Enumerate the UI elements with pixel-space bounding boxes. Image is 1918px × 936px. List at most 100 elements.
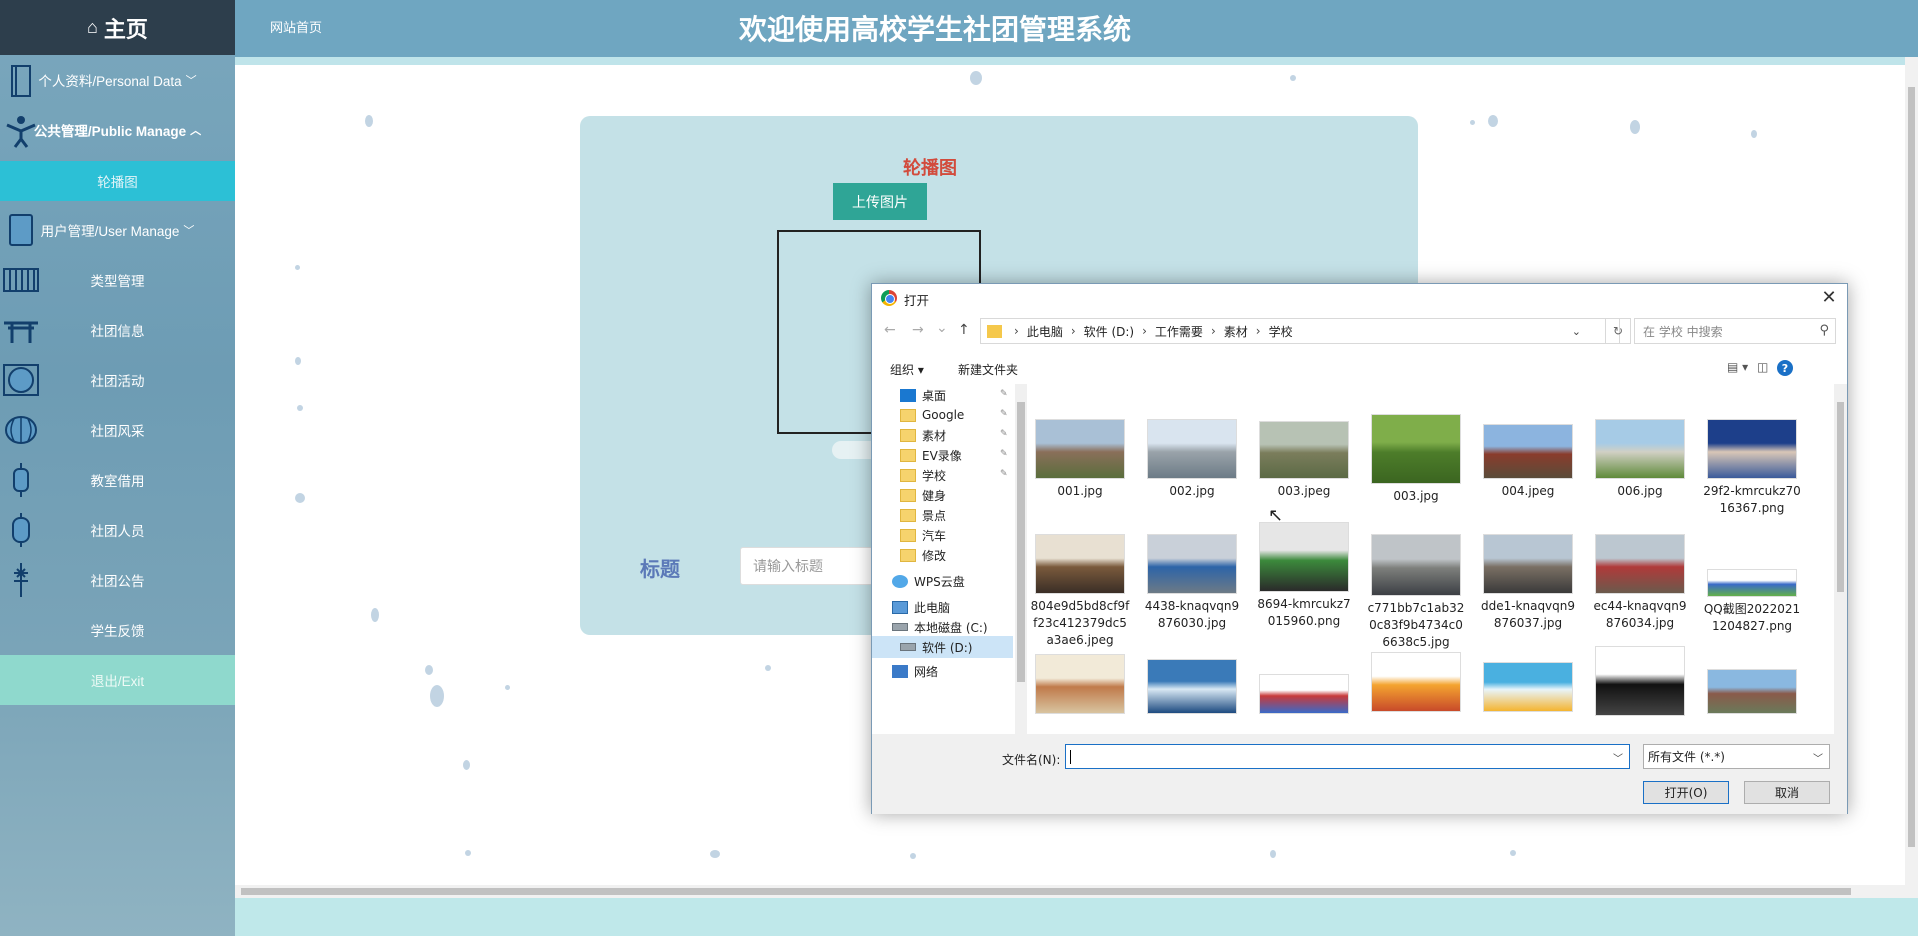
file-thumbnail bbox=[1483, 534, 1573, 594]
refresh-icon[interactable]: ↻ bbox=[1605, 318, 1631, 344]
cancel-button[interactable]: 取消 bbox=[1744, 781, 1830, 804]
file-item[interactable]: 804e9d5bd8cf9ff23c412379dc5a3ae6.jpeg bbox=[1030, 534, 1130, 649]
recent-dropdown-icon[interactable]: ⌄ bbox=[936, 320, 948, 336]
breadcrumb-item[interactable]: 工作需要 bbox=[1155, 323, 1203, 340]
breadcrumb-item[interactable]: 此电脑 bbox=[1027, 323, 1063, 340]
scrollbar-thumb[interactable] bbox=[1908, 87, 1915, 847]
chevron-down-icon[interactable]: ⌄ bbox=[1572, 325, 1581, 338]
forward-arrow-icon[interactable]: → bbox=[912, 322, 924, 338]
tree-item[interactable]: Google ✎ bbox=[900, 404, 1008, 426]
nav-type-manage[interactable]: 类型管理 bbox=[0, 255, 235, 305]
help-icon[interactable]: ? bbox=[1777, 360, 1793, 376]
view-options-icon[interactable]: ▤ ▾ bbox=[1727, 360, 1748, 374]
scrollbar-thumb[interactable] bbox=[1017, 402, 1025, 682]
file-item[interactable] bbox=[1590, 646, 1690, 720]
tree-item[interactable]: 修改 bbox=[900, 544, 946, 566]
nav-label: 用户管理/User Manage bbox=[40, 224, 180, 239]
tree-item[interactable]: 学校 ✎ bbox=[900, 464, 1008, 486]
nav-club-info[interactable]: 社团信息 bbox=[0, 305, 235, 355]
upload-image-button[interactable]: 上传图片 bbox=[833, 183, 927, 220]
decor-dot bbox=[297, 405, 303, 411]
page-horizontal-scrollbar[interactable] bbox=[235, 885, 1918, 898]
tree-item[interactable]: 景点 bbox=[900, 504, 946, 526]
tree-item[interactable]: 素材 ✎ bbox=[900, 424, 1008, 446]
tree-item[interactable]: 桌面 ✎ bbox=[900, 384, 1008, 406]
file-item[interactable] bbox=[1142, 659, 1242, 718]
tree-item[interactable]: WPS云盘 bbox=[892, 570, 965, 592]
nav-public-manage[interactable]: 公共管理/Public Manage ︿ bbox=[0, 105, 235, 155]
nav-exit[interactable]: 退出/Exit bbox=[0, 655, 235, 705]
tree-item[interactable]: EV录像 ✎ bbox=[900, 444, 1008, 466]
filetype-select[interactable]: 所有文件 (*.*) ﹀ bbox=[1643, 744, 1830, 769]
tree-item[interactable]: 本地磁盘 (C:) bbox=[892, 616, 988, 638]
chevron-down-icon[interactable]: ﹀ bbox=[1613, 750, 1623, 765]
search-input[interactable]: 在 学校 中搜索 ⚲ bbox=[1634, 318, 1836, 344]
tree-item[interactable]: 软件 (D:) bbox=[872, 636, 1013, 658]
file-item[interactable]: 003.jpeg bbox=[1254, 421, 1354, 500]
nav-club-members[interactable]: 社团人员 bbox=[0, 505, 235, 555]
file-item[interactable] bbox=[1030, 654, 1130, 718]
dialog-title: 打开 bbox=[904, 293, 930, 308]
preview-pane-icon[interactable]: ◫ bbox=[1757, 360, 1768, 374]
file-item[interactable]: 4438-knaqvqn9876030.jpg bbox=[1142, 534, 1242, 632]
breadcrumb-item[interactable]: 软件 (D:) bbox=[1084, 323, 1134, 340]
decor-dot bbox=[295, 265, 300, 270]
grid-icon bbox=[3, 268, 39, 292]
file-item[interactable]: ec44-knaqvqn9876034.jpg bbox=[1590, 534, 1690, 632]
address-bar[interactable]: › 此电脑 › 软件 (D:) › 工作需要 › 素材 › 学校 ⌄ bbox=[980, 318, 1620, 344]
nav-carousel[interactable]: 轮播图 bbox=[0, 161, 235, 201]
file-item[interactable]: 8694-kmrcukz7015960.png bbox=[1254, 522, 1354, 630]
tree-item[interactable]: 健身 bbox=[900, 484, 946, 506]
file-item[interactable] bbox=[1478, 662, 1578, 716]
file-grid-scrollbar[interactable] bbox=[1834, 384, 1847, 734]
file-item[interactable]: 29f2-kmrcukz7016367.png bbox=[1702, 419, 1802, 517]
file-item[interactable] bbox=[1254, 674, 1354, 718]
nav-club-notice[interactable]: 社团公告 bbox=[0, 555, 235, 605]
open-button[interactable]: 打开(O) bbox=[1643, 781, 1729, 804]
file-item[interactable]: dde1-knaqvqn9876037.jpg bbox=[1478, 534, 1578, 632]
close-button[interactable]: ✕ bbox=[1817, 286, 1841, 308]
scrollbar-thumb[interactable] bbox=[241, 888, 1851, 895]
tree-item[interactable]: 汽车 bbox=[900, 524, 946, 546]
file-item[interactable]: c771bb7c1ab320c83f9b4734c06638c5.jpg bbox=[1366, 534, 1466, 651]
file-item[interactable] bbox=[1702, 669, 1802, 718]
nav-personal-data[interactable]: 个人资料/Personal Data ﹀ bbox=[0, 55, 235, 105]
nav-club-activity[interactable]: 社团活动 bbox=[0, 355, 235, 405]
file-item[interactable]: 004.jpeg bbox=[1478, 424, 1578, 500]
sidebar-home[interactable]: ⌂ 主页 bbox=[0, 0, 235, 55]
up-arrow-icon[interactable]: ↑ bbox=[958, 322, 970, 338]
nav-label: 类型管理 bbox=[90, 274, 145, 289]
folder-icon bbox=[987, 324, 1002, 338]
decor-dot bbox=[295, 357, 301, 365]
lantern-icon bbox=[12, 513, 30, 547]
file-thumbnail bbox=[1595, 646, 1685, 716]
folder-icon bbox=[900, 548, 916, 562]
decor-dot bbox=[505, 685, 510, 690]
file-item[interactable]: QQ截图20220211204827.png bbox=[1702, 569, 1802, 635]
new-folder-button[interactable]: 新建文件夹 bbox=[958, 361, 1018, 378]
tree-item[interactable]: 网络 bbox=[892, 660, 938, 682]
nav-student-feedback[interactable]: 学生反馈 bbox=[0, 605, 235, 655]
filename-label: 文件名(N): bbox=[1002, 753, 1061, 767]
file-item[interactable]: 001.jpg bbox=[1030, 419, 1130, 500]
nav-club-style[interactable]: 社团风采 bbox=[0, 405, 235, 455]
filename-input[interactable]: ﹀ bbox=[1065, 744, 1630, 769]
back-arrow-icon[interactable]: ← bbox=[884, 322, 896, 338]
file-thumbnail bbox=[1147, 659, 1237, 714]
breadcrumb-item[interactable]: 学校 bbox=[1269, 323, 1293, 340]
file-thumbnail bbox=[1483, 424, 1573, 479]
file-thumbnail bbox=[1259, 421, 1349, 479]
file-item[interactable]: 002.jpg bbox=[1142, 419, 1242, 500]
page-vertical-scrollbar[interactable] bbox=[1905, 57, 1918, 885]
tree-item[interactable]: 此电脑 bbox=[892, 596, 950, 618]
file-item[interactable]: 006.jpg bbox=[1590, 419, 1690, 500]
scrollbar-thumb[interactable] bbox=[1837, 402, 1844, 592]
tree-item-label: 桌面 bbox=[922, 388, 947, 403]
navigation-scrollbar[interactable] bbox=[1015, 384, 1027, 734]
nav-user-manage[interactable]: 用户管理/User Manage ﹀ bbox=[0, 205, 235, 255]
file-item[interactable]: 003.jpg bbox=[1366, 414, 1466, 505]
breadcrumb-item[interactable]: 素材 bbox=[1224, 323, 1248, 340]
file-item[interactable] bbox=[1366, 652, 1466, 716]
nav-classroom-borrow[interactable]: 教室借用 bbox=[0, 455, 235, 505]
organize-menu[interactable]: 组织 ▾ bbox=[890, 361, 924, 378]
